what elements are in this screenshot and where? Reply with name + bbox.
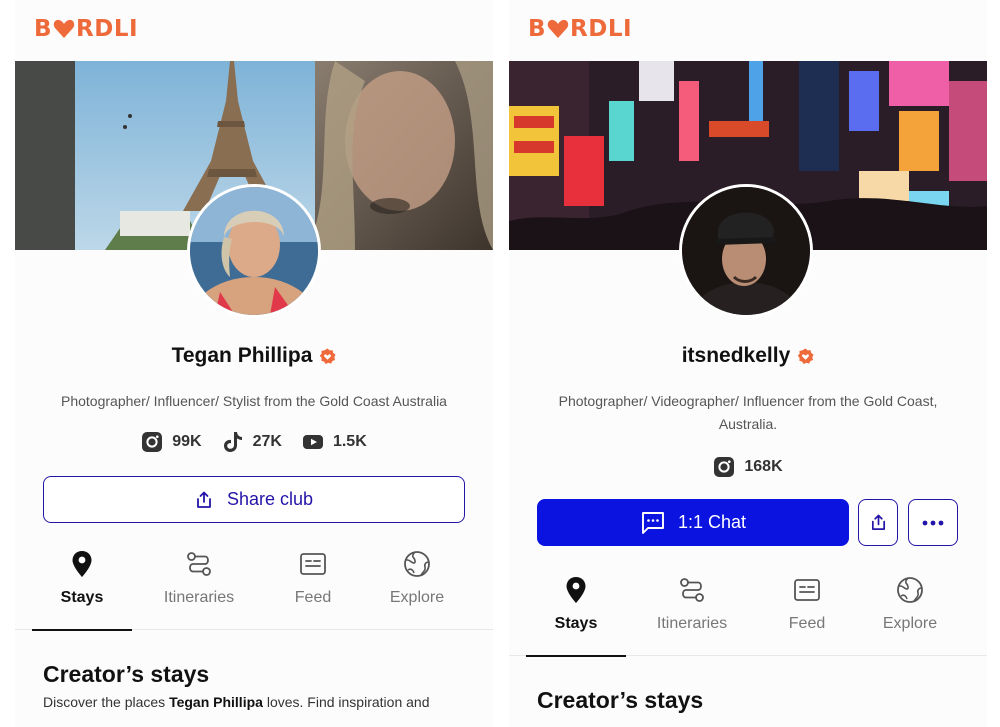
- chat-icon: [642, 511, 664, 534]
- verified-badge-icon: [798, 347, 814, 364]
- share-icon: [197, 491, 211, 508]
- profile-panel-itsnedkelly: B RDLI itsnedkelly Photographer/ Videogr…: [509, 0, 987, 727]
- chat-button-label: 1:1 Chat: [677, 512, 747, 532]
- location-pin-icon: [566, 577, 586, 603]
- tab-feed[interactable]: Feed: [755, 566, 859, 656]
- verified-badge-icon: [320, 347, 336, 364]
- logo-heart-icon: [53, 19, 75, 38]
- instagram-stat[interactable]: 168K: [713, 456, 783, 478]
- share-button[interactable]: [858, 499, 898, 546]
- birdli-logo[interactable]: B RDLI: [528, 16, 632, 42]
- section-desc-creator: Tegan Phillipa: [169, 694, 263, 710]
- more-options-button[interactable]: [908, 499, 958, 546]
- tab-explore-label: Explore: [389, 589, 445, 606]
- tab-itineraries[interactable]: Itineraries: [640, 566, 744, 656]
- section-desc-suffix: loves. Find inspiration and: [262, 694, 430, 710]
- share-club-label: Share club: [226, 489, 314, 509]
- profile-avatar[interactable]: [679, 184, 813, 318]
- globe-icon: [404, 551, 430, 577]
- section-desc-prefix: Discover the places: [43, 694, 170, 710]
- tab-feed-label: Feed: [294, 589, 332, 606]
- profile-bio: Photographer/ Influencer/ Stylist from t…: [61, 393, 447, 409]
- profile-name: Tegan Phillipa: [171, 344, 313, 367]
- profile-name-row: itsnedkelly: [509, 344, 987, 368]
- profile-name: itsnedkelly: [681, 344, 791, 367]
- tab-feed-label: Feed: [788, 615, 826, 632]
- share-club-button[interactable]: Share club: [43, 476, 465, 523]
- profile-tabs: Stays Itineraries Feed Explore: [15, 540, 493, 631]
- instagram-icon: [142, 432, 163, 452]
- section-title: Creator’s stays: [43, 661, 210, 687]
- share-icon: [871, 514, 885, 530]
- profile-tabs: Stays Itineraries Feed Explore: [509, 566, 987, 657]
- section-description: Discover the places Tegan Phillipa loves…: [43, 694, 473, 710]
- tab-itineraries-label: Itineraries: [163, 589, 235, 606]
- tab-itineraries-label: Itineraries: [656, 615, 728, 632]
- tab-explore[interactable]: Explore: [365, 540, 469, 630]
- tiktok-icon: [223, 432, 242, 452]
- tiktok-count: 27K: [252, 433, 282, 450]
- logo-heart-icon: [547, 19, 569, 38]
- instagram-stat[interactable]: 99K: [141, 431, 202, 453]
- route-icon: [680, 578, 704, 602]
- one-to-one-chat-button[interactable]: 1:1 Chat: [537, 499, 849, 546]
- social-stats: 168K: [509, 456, 987, 478]
- more-dots-icon: [922, 520, 944, 525]
- youtube-stat[interactable]: 1.5K: [302, 431, 367, 453]
- tiktok-stat[interactable]: 27K: [222, 431, 282, 453]
- section-title: Creator’s stays: [537, 687, 704, 713]
- tab-feed[interactable]: Feed: [261, 540, 365, 630]
- birdli-logo[interactable]: B RDLI: [34, 16, 138, 42]
- tab-stays[interactable]: Stays: [524, 566, 628, 657]
- youtube-icon: [302, 435, 323, 449]
- tab-itineraries[interactable]: Itineraries: [147, 540, 251, 630]
- youtube-count: 1.5K: [332, 433, 367, 450]
- social-stats: 99K 27K 1.5K: [15, 431, 493, 453]
- instagram-count: 99K: [172, 433, 202, 450]
- instagram-count: 168K: [744, 458, 783, 475]
- tab-explore[interactable]: Explore: [858, 566, 962, 656]
- instagram-icon: [714, 457, 735, 477]
- profile-bio: Photographer/ Videographer/ Influencer f…: [558, 393, 938, 432]
- profile-name-row: Tegan Phillipa: [15, 344, 493, 368]
- globe-icon: [897, 577, 923, 603]
- tab-explore-label: Explore: [882, 615, 938, 632]
- tab-stays[interactable]: Stays: [30, 540, 134, 631]
- feed-icon: [300, 553, 326, 575]
- tab-stays-label: Stays: [554, 615, 598, 632]
- tab-stays-label: Stays: [60, 589, 104, 606]
- location-pin-icon: [72, 551, 92, 577]
- profile-avatar[interactable]: [187, 184, 321, 318]
- profile-panel-tegan: B RDLI Tegan Phillipa Photographer/ Infl…: [15, 0, 493, 727]
- route-icon: [187, 552, 211, 576]
- feed-icon: [794, 579, 820, 601]
